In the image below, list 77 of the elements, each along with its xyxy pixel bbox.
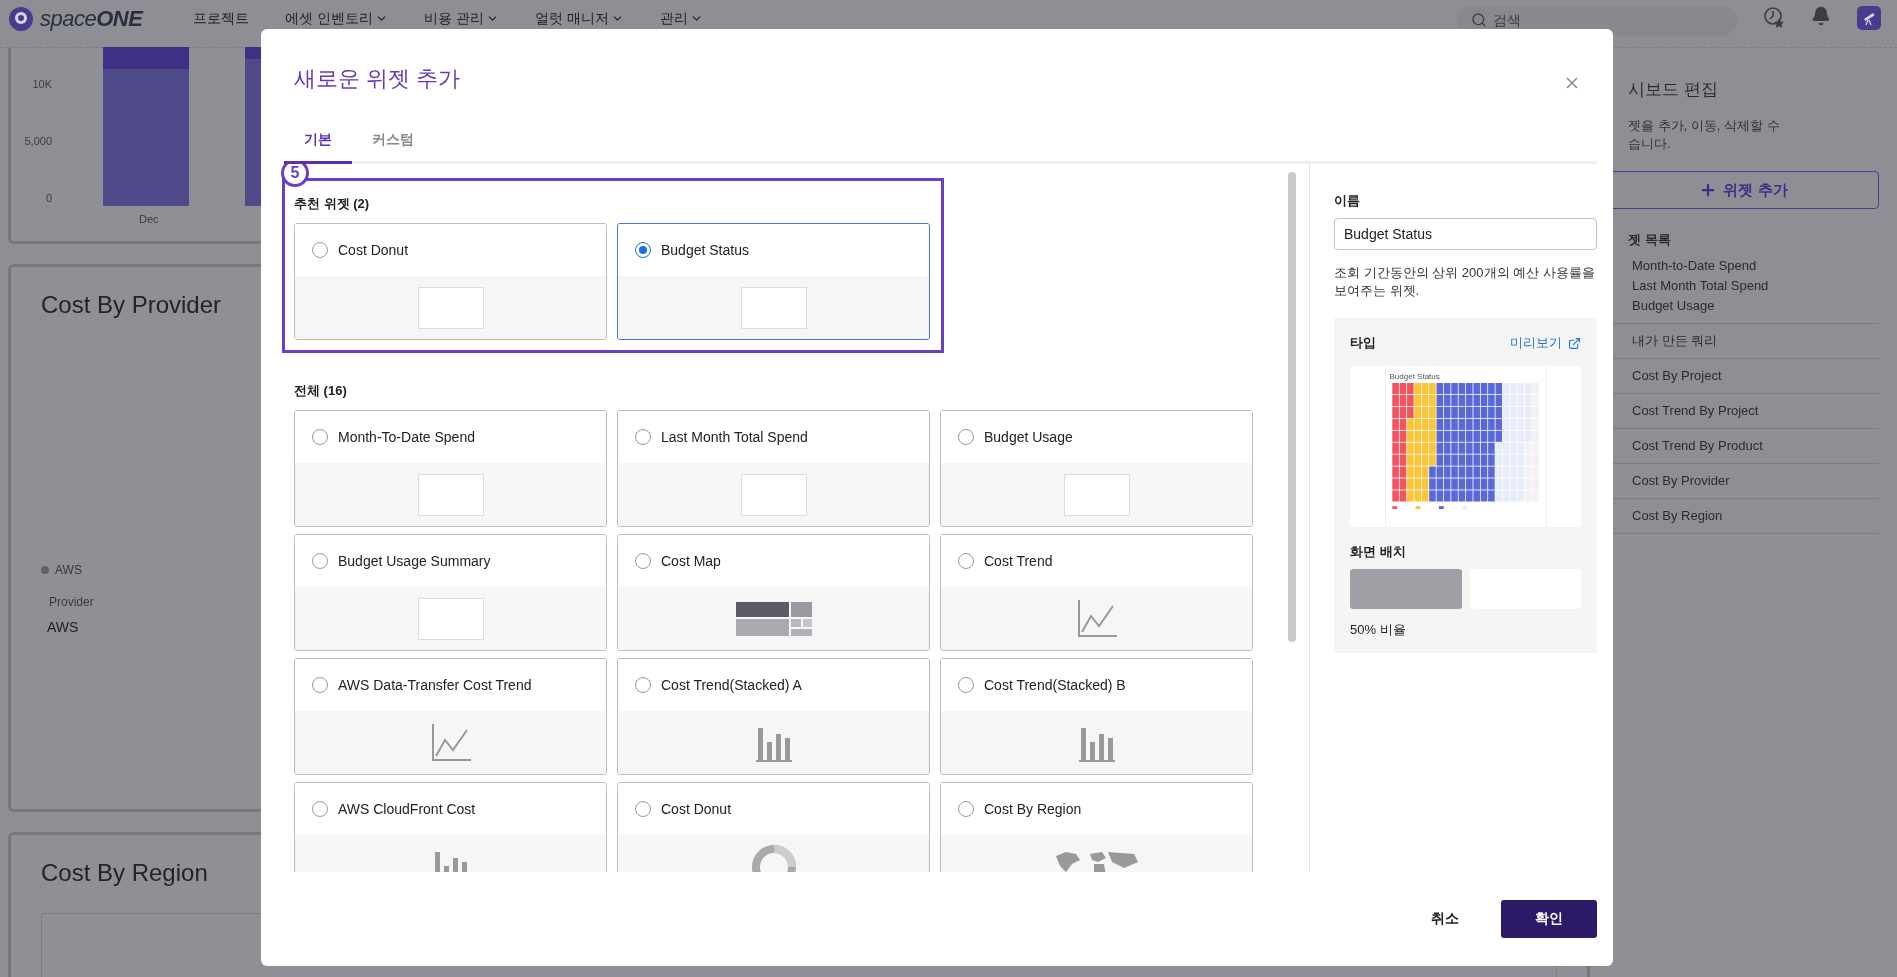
layout-caption: 50% 비율 xyxy=(1350,621,1407,639)
panel-description: 젯을 추가, 이동, 삭제할 수 습니다. xyxy=(1628,117,1781,153)
section-title: 전체 (16) xyxy=(294,382,348,400)
avatar-icon[interactable] xyxy=(1857,6,1881,30)
treemap-icon xyxy=(735,601,812,636)
nav-menu-item[interactable]: 에셋 인벤토리 xyxy=(285,10,388,26)
column-label: Provider xyxy=(48,595,94,609)
widget-name: Cost Map xyxy=(661,553,721,569)
bell-icon[interactable] xyxy=(1811,6,1831,26)
confirm-button[interactable]: 확인 xyxy=(1501,900,1597,938)
card-title: Cost By Provider xyxy=(41,291,222,319)
widget-name: Budget Usage xyxy=(984,429,1073,445)
widget-option-card[interactable]: Month-To-Date Spend xyxy=(294,410,607,527)
widget-option-card[interactable]: Budget Status xyxy=(617,223,930,340)
widget-option-card[interactable]: Budget Usage Summary xyxy=(294,534,607,651)
annotation-marker: 5 xyxy=(281,164,309,187)
widget-name: Last Month Total Spend xyxy=(661,429,808,445)
thumbnail-placeholder xyxy=(417,597,484,640)
legend-label: AWS xyxy=(55,563,82,577)
layout-label: 화면 배치 xyxy=(1350,543,1407,561)
preview-chart-title: Budget Status xyxy=(1389,372,1441,381)
axis-tick-label: Dec xyxy=(139,213,159,225)
field-label: 이름 xyxy=(1334,192,1361,210)
thumbnail-placeholder xyxy=(740,286,807,329)
axis-tick-label: 0 xyxy=(45,192,52,204)
recent-icon[interactable] xyxy=(1763,6,1785,28)
thumbnail-placeholder xyxy=(740,473,807,516)
logo-text: spaceONE xyxy=(40,6,143,32)
widget-name: Budget Usage Summary xyxy=(338,553,491,569)
line-chart-icon xyxy=(430,723,471,762)
legend-dot xyxy=(41,566,49,574)
widget-name: AWS CloudFront Cost xyxy=(338,801,476,817)
nav-menu-item[interactable]: 프로젝트 xyxy=(193,10,249,26)
line-chart-icon xyxy=(1076,599,1117,638)
widget-option-card[interactable]: Cost Donut xyxy=(617,782,930,872)
widget-name: Cost Trend xyxy=(984,553,1053,569)
widget-option-card[interactable]: Cost Trend xyxy=(940,534,1253,651)
widget-name: Budget Status xyxy=(661,242,749,258)
nav-menu-item[interactable]: 얼럿 매니저 xyxy=(534,10,624,26)
widget-option-card[interactable]: Last Month Total Spend xyxy=(617,410,930,527)
widget-name: Cost By Region xyxy=(984,801,1082,817)
type-label: 타입 xyxy=(1350,334,1376,352)
name-input[interactable]: Budget Status xyxy=(1334,218,1597,250)
cancel-button[interactable]: 취소 xyxy=(1411,900,1479,938)
widget-name: AWS Data-Transfer Cost Trend xyxy=(338,677,532,693)
widget-name: Cost Donut xyxy=(661,801,732,817)
widget-option-card[interactable]: AWS CloudFront Cost xyxy=(294,782,607,872)
thumbnail-placeholder xyxy=(417,286,484,329)
external-link-icon xyxy=(1568,336,1581,350)
search-icon xyxy=(1471,12,1487,28)
preview-link[interactable]: 미리보기 xyxy=(1510,334,1581,352)
widget-name: Cost Trend(Stacked) A xyxy=(661,677,802,693)
widget-option-card[interactable]: Cost Map xyxy=(617,534,930,651)
widget-option-card[interactable]: Cost Trend(Stacked) A xyxy=(617,658,930,775)
axis-tick-label: 5,000 xyxy=(24,135,52,147)
widget-description: 조회 기간동안의 상위 200개의 예산 사용률을 보여주는 위젯. xyxy=(1334,264,1596,300)
widget-option-card[interactable]: Cost Donut xyxy=(294,223,607,340)
nav-menu-item[interactable]: 관리 xyxy=(659,10,703,26)
value-text: AWS xyxy=(46,619,79,635)
section-title: 추천 위젯 (2) xyxy=(294,195,371,213)
panel-title: 시보드 편집 xyxy=(1628,79,1719,101)
modal-title: 새로운 위젯 추가 xyxy=(294,65,461,93)
logo-icon xyxy=(8,6,34,32)
list-title: 젯 목록 xyxy=(1628,231,1672,249)
widget-option-card[interactable]: Cost Trend(Stacked) B xyxy=(940,658,1253,775)
thumbnail-placeholder xyxy=(417,473,484,516)
axis-tick-label: 10K xyxy=(32,78,52,90)
widget-option-card[interactable]: Cost By Region xyxy=(940,782,1253,872)
widget-option-card[interactable]: Budget Usage xyxy=(940,410,1253,527)
card-title: Cost By Region xyxy=(41,859,208,887)
widget-option-card[interactable]: AWS Data-Transfer Cost Trend xyxy=(294,658,607,775)
widget-name: Month-To-Date Spend xyxy=(338,429,475,445)
widget-name: Cost Donut xyxy=(338,242,409,258)
widget-name: Cost Trend(Stacked) B xyxy=(984,677,1126,693)
nav-menu-item[interactable]: 비용 관리 xyxy=(423,10,499,26)
thumbnail-placeholder xyxy=(1063,473,1130,516)
scrollbar[interactable] xyxy=(1288,172,1296,642)
